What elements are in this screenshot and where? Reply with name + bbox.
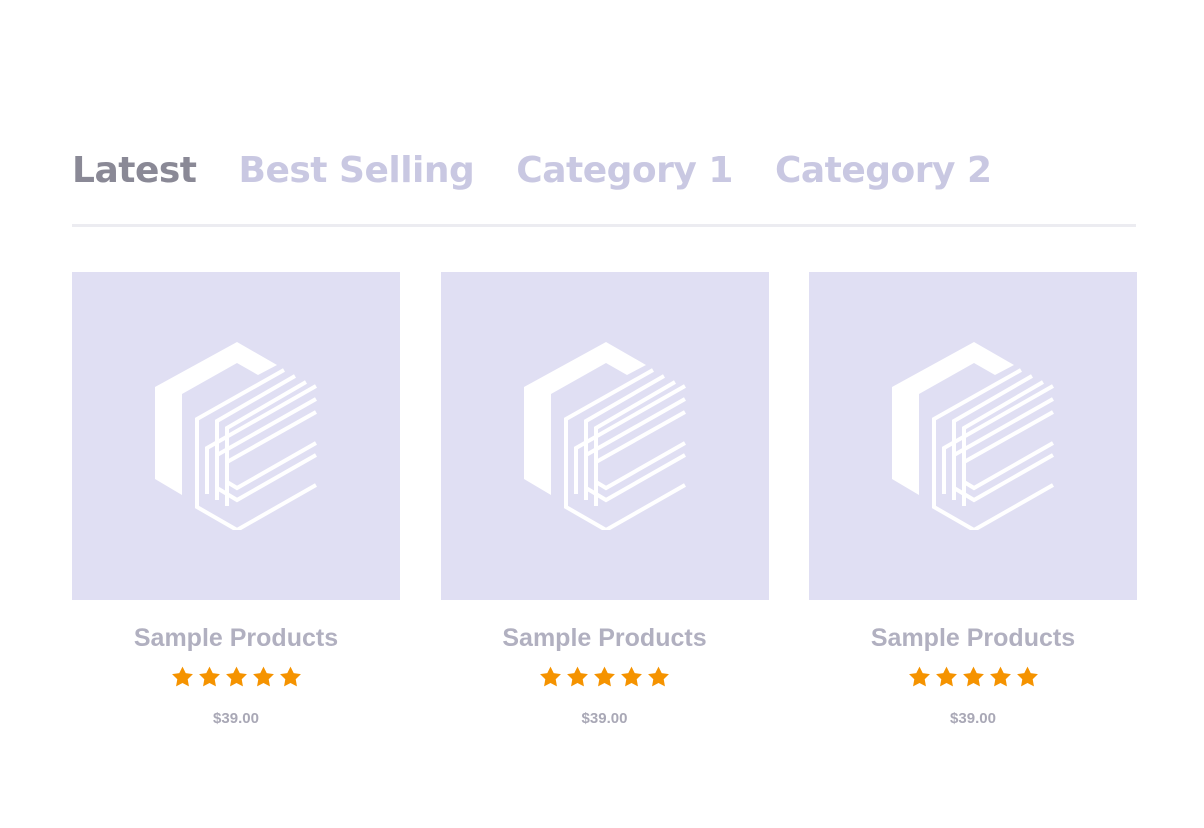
product-image[interactable] bbox=[72, 272, 400, 600]
star-icon bbox=[252, 666, 274, 687]
product-name[interactable]: Sample Products bbox=[502, 624, 706, 653]
tab-best-selling[interactable]: Best Selling bbox=[239, 150, 475, 191]
tab-bar: Latest Best Selling Category 1 Category … bbox=[72, 150, 992, 191]
product-name[interactable]: Sample Products bbox=[134, 624, 338, 653]
product-card[interactable]: Sample Products $39.00 bbox=[440, 272, 769, 727]
star-icon bbox=[567, 666, 588, 687]
star-rating bbox=[907, 665, 1040, 690]
product-price: $39.00 bbox=[581, 710, 628, 727]
star-icon bbox=[989, 666, 1011, 687]
product-price: $39.00 bbox=[213, 710, 259, 727]
star-icon bbox=[171, 666, 193, 687]
star-icon bbox=[935, 666, 957, 687]
star-icon bbox=[962, 666, 984, 687]
star-rating bbox=[538, 665, 671, 690]
star-icon bbox=[648, 666, 669, 687]
product-image[interactable] bbox=[440, 272, 769, 600]
placeholder-logo-icon bbox=[892, 342, 1054, 530]
tab-category-1[interactable]: Category 1 bbox=[516, 150, 733, 191]
star-icon bbox=[1016, 666, 1038, 687]
tab-category-2[interactable]: Category 2 bbox=[775, 150, 992, 191]
star-icon bbox=[540, 666, 561, 687]
product-card[interactable]: Sample Products $39.00 bbox=[72, 272, 400, 727]
star-icon bbox=[621, 666, 642, 687]
product-name[interactable]: Sample Products bbox=[871, 624, 1075, 653]
star-icon bbox=[908, 666, 930, 687]
product-price: $39.00 bbox=[950, 710, 996, 727]
tab-divider bbox=[72, 224, 1136, 227]
product-grid: Sample Products $39.00 Sample Products $… bbox=[72, 272, 1137, 727]
placeholder-logo-icon bbox=[523, 342, 686, 530]
product-tabs-widget: Latest Best Selling Category 1 Category … bbox=[0, 0, 1204, 828]
star-icon bbox=[594, 666, 615, 687]
product-image[interactable] bbox=[809, 272, 1137, 600]
tab-latest[interactable]: Latest bbox=[72, 150, 197, 191]
placeholder-logo-icon bbox=[155, 342, 317, 530]
product-card[interactable]: Sample Products $39.00 bbox=[809, 272, 1137, 727]
star-icon bbox=[198, 666, 220, 687]
star-icon bbox=[279, 666, 301, 687]
star-icon bbox=[225, 666, 247, 687]
star-rating bbox=[170, 665, 303, 690]
